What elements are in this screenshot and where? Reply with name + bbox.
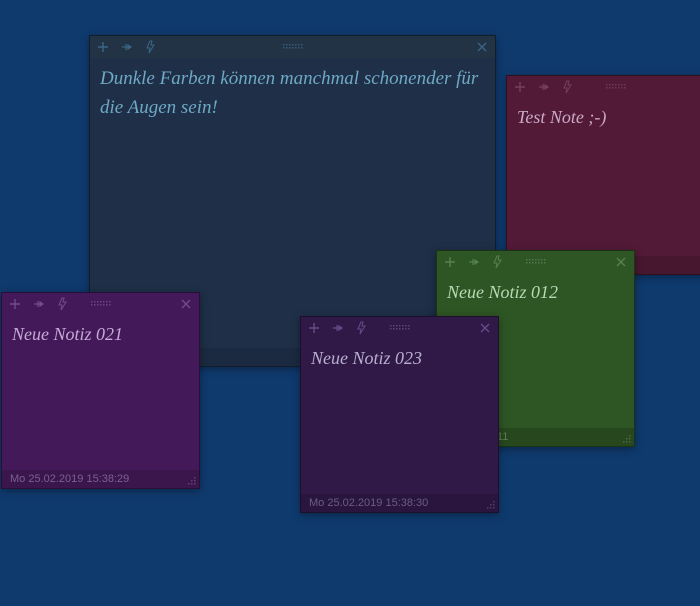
titlebar-left-group: [96, 40, 158, 54]
add-note-icon[interactable]: [307, 321, 321, 335]
close-icon[interactable]: [478, 321, 492, 335]
titlebar-left-group: [307, 321, 369, 335]
close-icon[interactable]: [475, 40, 489, 54]
note-titlebar[interactable]: [301, 317, 498, 339]
bolt-icon[interactable]: [144, 40, 158, 54]
drag-grip-icon[interactable]: [526, 259, 546, 265]
drag-grip-icon[interactable]: [91, 301, 111, 307]
drag-grip-icon[interactable]: [606, 84, 626, 90]
pin-icon[interactable]: [120, 40, 134, 54]
note-statusbar: Mo 25.02.2019 15:38:29: [2, 470, 199, 488]
sticky-note[interactable]: Neue Notiz 023 Mo 25.02.2019 15:38:30: [300, 316, 499, 513]
bolt-icon[interactable]: [56, 297, 70, 311]
note-timestamp: Mo 25.02.2019 15:38:29: [10, 473, 129, 485]
titlebar-left-group: [443, 255, 505, 269]
note-titlebar[interactable]: [2, 293, 199, 315]
bolt-icon[interactable]: [561, 80, 575, 94]
close-icon[interactable]: [614, 255, 628, 269]
note-titlebar[interactable]: [507, 76, 700, 98]
resize-grip-icon[interactable]: [187, 476, 197, 486]
add-note-icon[interactable]: [443, 255, 457, 269]
drag-grip-icon[interactable]: [390, 325, 410, 331]
close-icon[interactable]: [179, 297, 193, 311]
bolt-icon[interactable]: [491, 255, 505, 269]
titlebar-left-group: [8, 297, 70, 311]
resize-grip-icon[interactable]: [622, 434, 632, 444]
add-note-icon[interactable]: [8, 297, 22, 311]
add-note-icon[interactable]: [513, 80, 527, 94]
note-body[interactable]: Test Note ;-): [507, 98, 700, 256]
add-note-icon[interactable]: [96, 40, 110, 54]
resize-grip-icon[interactable]: [486, 500, 496, 510]
pin-icon[interactable]: [537, 80, 551, 94]
note-body[interactable]: Neue Notiz 021: [2, 315, 199, 470]
pin-icon[interactable]: [32, 297, 46, 311]
titlebar-left-group: [513, 80, 575, 94]
bolt-icon[interactable]: [355, 321, 369, 335]
note-titlebar[interactable]: [90, 36, 495, 58]
note-body[interactable]: Neue Notiz 023: [301, 339, 498, 494]
note-timestamp: Mo 25.02.2019 15:38:30: [309, 497, 428, 509]
sticky-note[interactable]: Test Note ;-): [506, 75, 700, 275]
pin-icon[interactable]: [331, 321, 345, 335]
note-titlebar[interactable]: [437, 251, 634, 273]
pin-icon[interactable]: [467, 255, 481, 269]
drag-grip-icon[interactable]: [283, 44, 303, 50]
note-statusbar: Mo 25.02.2019 15:38:30: [301, 494, 498, 512]
sticky-note[interactable]: Neue Notiz 021 Mo 25.02.2019 15:38:29: [1, 292, 200, 489]
